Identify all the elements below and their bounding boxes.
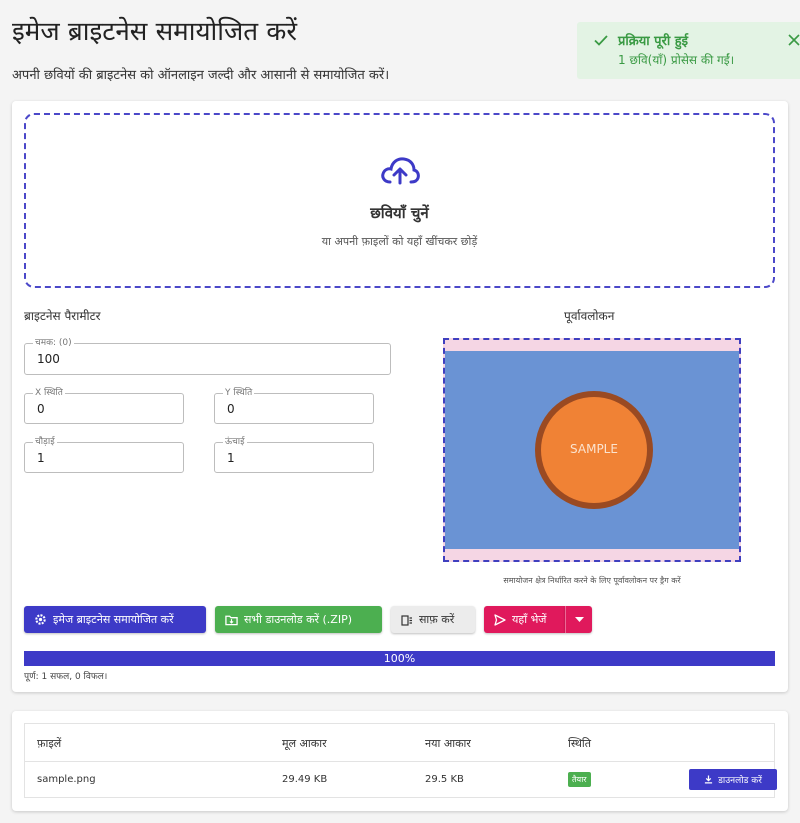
send-icon <box>494 613 506 626</box>
adjust-brightness-button[interactable]: इमेज ब्राइटनेस समायोजित करें <box>24 606 206 633</box>
page-title: इमेज ब्राइटनेस समायोजित करें <box>12 17 297 47</box>
header-status: स्थिति <box>568 737 592 750</box>
x-position-field[interactable]: X स्थिति <box>24 387 184 424</box>
main-card: छवियाँ चुनें या अपनी फ़ाइलों को यहाँ खीं… <box>12 101 788 692</box>
download-all-button[interactable]: सभी डाउनलोड करें (.ZIP) <box>215 606 382 633</box>
brightness-field[interactable]: चमक: (0) <box>24 337 391 375</box>
dropzone-title: छवियाँ चुनें <box>370 204 429 222</box>
header-files: फ़ाइलें <box>37 737 62 750</box>
files-card: फ़ाइलें मूल आकार नया आकार स्थिति sample.… <box>12 711 788 811</box>
width-field[interactable]: चौड़ाई <box>24 436 184 473</box>
status-badge: तैयार <box>568 772 591 787</box>
clear-all-icon <box>401 614 412 626</box>
preview-canvas[interactable]: SAMPLE <box>443 338 741 562</box>
preview-image: SAMPLE <box>445 351 739 549</box>
download-file-button[interactable]: डाउनलोड करें <box>689 769 777 790</box>
header-original-size: मूल आकार <box>282 737 327 750</box>
download-all-label: सभी डाउनलोड करें (.ZIP) <box>244 613 353 626</box>
brightness-input[interactable] <box>35 351 327 367</box>
preview-hint: समायोजन क्षेत्र निर्धारित करने के लिए पू… <box>503 576 681 585</box>
params-section-title: ब्राइटनेस पैरामीटर <box>24 309 101 323</box>
table-header-row: फ़ाइलें मूल आकार नया आकार स्थिति <box>25 724 774 762</box>
toast-message: 1 छवि(याँ) प्रोसेस की गईं। <box>618 53 735 67</box>
width-label: चौड़ाई <box>33 436 57 448</box>
file-original-size: 29.49 KB <box>282 774 328 785</box>
progress-bar: 100% <box>24 651 775 666</box>
close-icon[interactable] <box>787 33 800 47</box>
upload-dropzone[interactable]: छवियाँ चुनें या अपनी फ़ाइलों को यहाँ खीं… <box>24 113 775 288</box>
y-position-label: Y स्थिति <box>223 387 255 399</box>
file-new-size: 29.5 KB <box>425 774 464 785</box>
download-icon <box>705 775 713 784</box>
folder-download-icon <box>225 615 238 625</box>
height-field[interactable]: ऊंचाई <box>214 436 374 473</box>
header-new-size: नया आकार <box>425 737 471 750</box>
caret-down-icon <box>574 616 584 622</box>
height-input[interactable] <box>225 450 352 466</box>
clear-button[interactable]: साफ़ करें <box>391 606 475 633</box>
table-row: sample.png 29.49 KB 29.5 KB तैयार डाउनलो… <box>25 762 777 799</box>
progress-status: पूर्ण: 1 सफल, 0 विफल। <box>24 672 108 682</box>
adjust-button-label: इमेज ब्राइटनेस समायोजित करें <box>53 613 174 626</box>
x-position-label: X स्थिति <box>33 387 65 399</box>
progress-percent: 100% <box>383 652 416 665</box>
y-position-input[interactable] <box>225 401 352 417</box>
sample-text: SAMPLE <box>570 442 618 456</box>
sample-circle: SAMPLE <box>535 391 653 509</box>
send-button[interactable]: यहाँ भेजें <box>484 606 565 633</box>
check-icon <box>594 35 608 46</box>
download-file-label: डाउनलोड करें <box>718 776 762 786</box>
height-label: ऊंचाई <box>223 436 247 448</box>
files-table: फ़ाइलें मूल आकार नया आकार स्थिति sample.… <box>24 723 777 799</box>
success-toast: प्रक्रिया पूरी हुई 1 छवि(याँ) प्रोसेस की… <box>577 22 800 79</box>
toast-title: प्रक्रिया पूरी हुई <box>618 34 689 49</box>
y-position-field[interactable]: Y स्थिति <box>214 387 374 424</box>
send-dropdown-button[interactable] <box>565 606 592 633</box>
cloud-upload-icon <box>381 157 420 185</box>
file-name: sample.png <box>37 774 96 785</box>
settings-icon <box>35 614 46 625</box>
clear-label: साफ़ करें <box>419 613 455 626</box>
x-position-input[interactable] <box>35 401 162 417</box>
brightness-label: चमक: (0) <box>33 337 74 349</box>
width-input[interactable] <box>35 450 162 466</box>
send-label: यहाँ भेजें <box>512 613 547 626</box>
preview-title: पूर्वावलोकन <box>564 309 615 323</box>
page-subtitle: अपनी छवियों की ब्राइटनेस को ऑनलाइन जल्दी… <box>12 68 390 83</box>
dropzone-hint: या अपनी फ़ाइलों को यहाँ खींचकर छोड़ें <box>321 235 478 248</box>
